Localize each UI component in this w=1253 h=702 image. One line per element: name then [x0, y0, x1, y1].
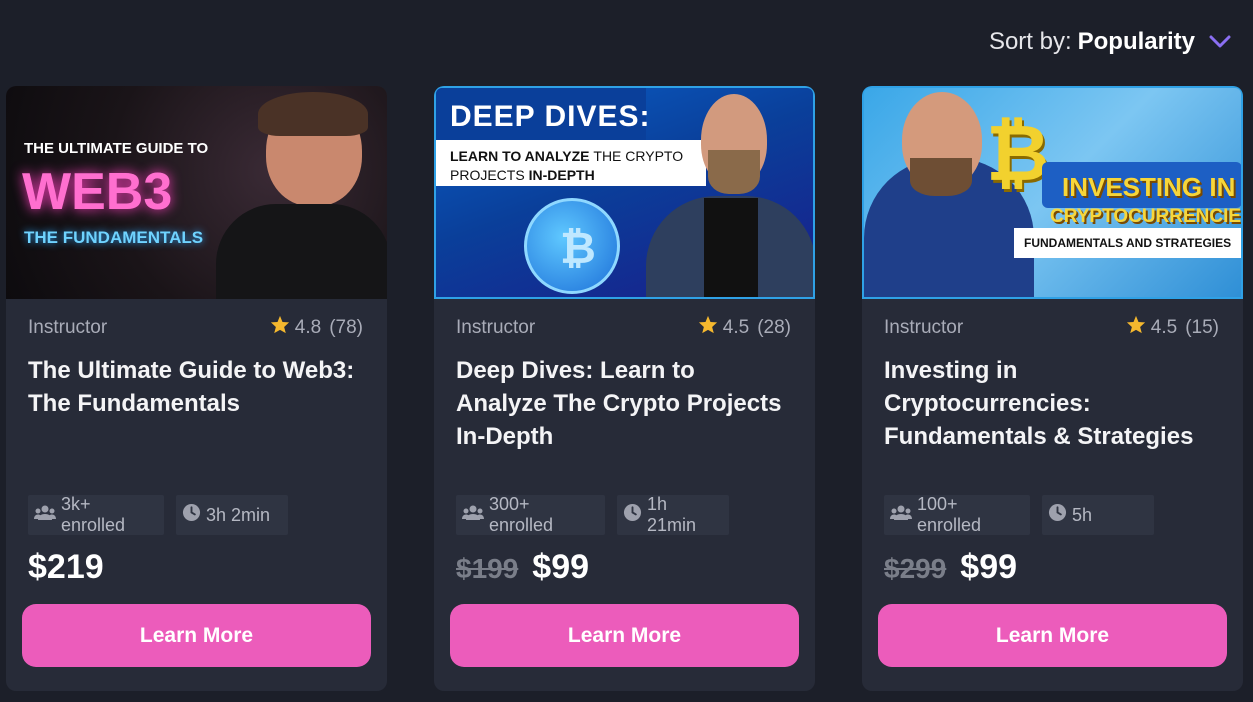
thumb-line1: THE ULTIMATE GUIDE TO — [24, 140, 209, 157]
duration-text: 1h 21min — [647, 494, 697, 535]
price-original: $299 — [884, 553, 947, 584]
sort-label: Sort by: — [988, 28, 1072, 55]
thumb-line2-rest: THE CRYPTO — [593, 148, 684, 164]
price-current: $219 — [28, 548, 104, 586]
instructor-beard — [708, 150, 760, 194]
price-current: $99 — [532, 548, 590, 586]
star-icon — [270, 315, 290, 340]
price-block: $219 — [28, 548, 104, 587]
rating-count: (15) — [1185, 316, 1219, 338]
enrolled-badge: 300+ enrolled — [456, 494, 605, 535]
users-icon — [34, 504, 56, 527]
enrolled-badge: 3k+ enrolled — [28, 494, 164, 535]
learn-more-button[interactable]: Learn More — [450, 604, 799, 667]
price-block: $199 $99 — [456, 548, 589, 587]
course-card: ₿ INVESTING IN CRYPTOCURRENCIES: FUNDAME… — [862, 86, 1243, 691]
duration-text: 5h — [1072, 504, 1093, 525]
instructor-label: Instructor — [456, 316, 536, 338]
rating: 4.5 (28) — [698, 315, 791, 340]
rating-value: 4.5 — [722, 316, 750, 338]
price-block: $299 $99 — [884, 548, 1017, 587]
course-card: ₿ DEEP DIVES: LEARN TO ANALYZE THE CRYPT… — [434, 86, 815, 691]
thumb-line3: THE FUNDAMENTALS — [24, 228, 204, 247]
thumb-line2: LEARN TO ANALYZE THE CRYPTO — [450, 148, 683, 164]
course-list: THE ULTIMATE GUIDE TO WEB3 THE FUNDAMENT… — [6, 86, 1243, 691]
course-title[interactable]: Deep Dives: Learn to Analyze The Crypto … — [434, 340, 815, 465]
thumb-line1: INVESTING IN — [1062, 172, 1236, 202]
thumb-line3-rest: AND STRATEGIES — [1126, 236, 1232, 250]
instructor-shirt — [704, 198, 758, 297]
star-icon — [698, 315, 718, 340]
clock-icon — [1048, 503, 1067, 527]
course-card: THE ULTIMATE GUIDE TO WEB3 THE FUNDAMENT… — [6, 86, 387, 691]
enrolled-badge: 100+ enrolled — [884, 494, 1030, 535]
instructor-hair — [258, 92, 368, 136]
clock-icon — [623, 503, 642, 527]
bitcoin-icon: ₿ — [560, 224, 596, 273]
thumb-line1: DEEP DIVES: — [450, 100, 651, 133]
course-thumbnail[interactable]: ₿ INVESTING IN CRYPTOCURRENCIES: FUNDAME… — [862, 86, 1243, 299]
thumb-line3: FUNDAMENTALS AND STRATEGIES — [1024, 236, 1231, 250]
duration-badge: 3h 2min — [176, 495, 288, 535]
thumb-line3: PROJECTS IN-DEPTH — [450, 167, 595, 183]
thumb-line3-bold: IN-DEPTH — [528, 167, 595, 183]
rating-value: 4.5 — [1150, 316, 1178, 338]
rating-value: 4.8 — [294, 316, 322, 338]
sort-control[interactable]: Sort by: Popularity — [989, 28, 1233, 56]
rating-count: (78) — [329, 316, 363, 338]
rating: 4.5 (15) — [1126, 315, 1219, 340]
course-thumbnail[interactable]: ₿ DEEP DIVES: LEARN TO ANALYZE THE CRYPT… — [434, 86, 815, 299]
learn-more-button[interactable]: Learn More — [22, 604, 371, 667]
rating: 4.8 (78) — [270, 315, 363, 340]
course-title[interactable]: Investing in Cryptocurrencies: Fundament… — [862, 340, 1243, 465]
thumb-line2: WEB3 — [22, 163, 173, 221]
duration-badge: 1h 21min — [617, 494, 729, 535]
thumb-line3-bold: FUNDAMENTALS — [1024, 236, 1124, 250]
rating-count: (28) — [757, 316, 791, 338]
instructor-shirt — [216, 204, 387, 299]
duration-badge: 5h — [1042, 495, 1154, 535]
course-thumbnail[interactable]: THE ULTIMATE GUIDE TO WEB3 THE FUNDAMENT… — [6, 86, 387, 299]
instructor-beard — [910, 158, 972, 196]
clock-icon — [182, 503, 201, 527]
bitcoin-icon: ₿ — [986, 109, 1050, 197]
thumb-line2-bold: LEARN TO ANALYZE — [450, 148, 590, 164]
chevron-down-icon[interactable] — [1207, 29, 1233, 55]
star-icon — [1126, 315, 1146, 340]
thumb-line3-rest: PROJECTS — [450, 167, 525, 183]
instructor-label: Instructor — [884, 316, 964, 338]
price-original: $199 — [456, 553, 519, 584]
users-icon — [890, 504, 912, 527]
sort-value[interactable]: Popularity — [1078, 28, 1195, 56]
enrolled-text: 3k+ enrolled — [61, 494, 126, 535]
thumb-line2: CRYPTOCURRENCIES: — [1050, 206, 1243, 227]
enrolled-text: 100+ enrolled — [917, 494, 982, 535]
enrolled-text: 300+ enrolled — [489, 494, 554, 535]
learn-more-button[interactable]: Learn More — [878, 604, 1227, 667]
course-title[interactable]: The Ultimate Guide to Web3: The Fundamen… — [6, 340, 387, 465]
duration-text: 3h 2min — [206, 504, 271, 525]
users-icon — [462, 504, 484, 527]
instructor-label: Instructor — [28, 316, 108, 338]
price-current: $99 — [960, 548, 1018, 586]
